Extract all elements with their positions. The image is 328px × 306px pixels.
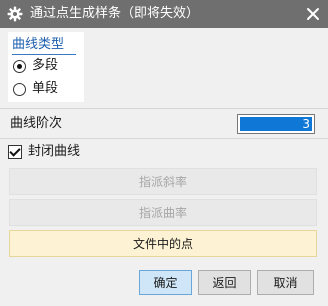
gear-icon <box>7 6 23 22</box>
radio-label-multi-segment: 多段 <box>32 58 59 73</box>
radio-button-selected[interactable] <box>13 59 26 73</box>
radio-label-single-segment: 单段 <box>32 81 59 96</box>
assign-curvature-button[interactable]: 指派曲率 <box>9 199 317 226</box>
back-button[interactable]: 返回 <box>198 270 251 295</box>
radio-multi-segment[interactable]: 多段 <box>13 57 58 75</box>
divider <box>0 108 328 109</box>
closed-curve-label: 封闭曲线 <box>28 144 81 159</box>
close-icon[interactable] <box>304 5 322 23</box>
radio-button[interactable] <box>13 82 26 96</box>
closed-curve-checkbox[interactable] <box>8 145 22 159</box>
radio-single-segment[interactable]: 单段 <box>13 80 58 98</box>
check-icon <box>9 145 21 157</box>
closed-curve-checkbox-row[interactable]: 封闭曲线 <box>8 144 80 160</box>
title-bar[interactable]: 通过点生成样条（即将失效） <box>0 0 328 28</box>
heading-underline <box>12 54 76 55</box>
cancel-button[interactable]: 取消 <box>257 270 314 295</box>
dialog-title: 通过点生成样条（即将失效） <box>30 6 200 21</box>
ok-button[interactable]: 确定 <box>139 270 192 295</box>
curve-type-heading: 曲线类型 <box>12 37 65 52</box>
assign-slope-button[interactable]: 指派斜率 <box>9 168 317 195</box>
divider <box>0 138 328 139</box>
points-from-file-button[interactable]: 文件中的点 <box>9 230 317 257</box>
curve-degree-label: 曲线阶次 <box>10 116 63 131</box>
curve-degree-input[interactable]: 3 <box>237 114 315 134</box>
curve-degree-value[interactable]: 3 <box>240 117 312 131</box>
dialog-window: 通过点生成样条（即将失效） 曲线类型 多段 单段 曲线阶次 3 封闭曲线 指派斜… <box>0 0 328 306</box>
